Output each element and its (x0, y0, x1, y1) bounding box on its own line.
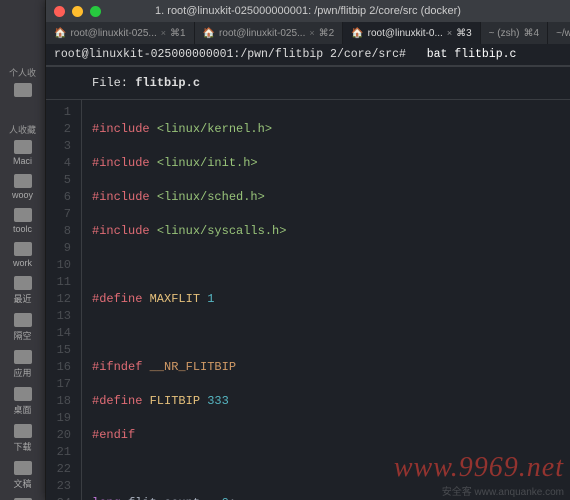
tab-1[interactable]: 🏠root@linuxkit-025...×⌘1 (46, 22, 195, 44)
tab-4[interactable]: ~ (zsh)⌘4 (481, 22, 548, 44)
tab-5[interactable]: ~/wo (548, 22, 570, 44)
terminal-window: 1. root@linuxkit-025000000001: /pwn/flit… (46, 0, 570, 500)
minimize-icon[interactable] (72, 6, 83, 17)
sidebar-section: 个人收 (0, 66, 45, 79)
downloads-icon (14, 424, 32, 438)
prompt-path: root@linuxkit-025000000001:/pwn/flitbip … (54, 48, 406, 61)
apps-icon (14, 350, 32, 364)
drive-icon (14, 140, 32, 154)
sidebar-section: 人收藏 (0, 123, 45, 136)
line-gutter: 12345 678910 1112131415 1617181920 21222… (46, 100, 82, 500)
tab-2[interactable]: 🏠root@linuxkit-025...×⌘2 (195, 22, 344, 44)
documents-icon (14, 461, 32, 475)
folder-icon (14, 208, 32, 222)
prompt-command: bat flitbip.c (427, 48, 517, 61)
recents-icon (14, 276, 32, 290)
close-icon[interactable] (54, 6, 65, 17)
home-icon (14, 83, 32, 97)
folder-icon (14, 242, 32, 256)
bat-file-header: File: flitbip.c (46, 66, 570, 100)
desktop-icon (14, 387, 32, 401)
finder-sidebar: 个人收 人收藏 Maci wooy toolc work 最近 隔空 应用 桌面… (0, 0, 46, 500)
folder-icon (14, 174, 32, 188)
close-tab-icon[interactable]: × (161, 28, 166, 38)
code-content[interactable]: #include <linux/kernel.h> #include <linu… (82, 100, 570, 500)
file-name: flitbip.c (135, 76, 200, 90)
airdrop-icon (14, 313, 32, 327)
titlebar[interactable]: 1. root@linuxkit-025000000001: /pwn/flit… (46, 0, 570, 22)
code-viewer: 12345 678910 1112131415 1617181920 21222… (46, 100, 570, 500)
window-title: 1. root@linuxkit-025000000001: /pwn/flit… (46, 5, 570, 17)
maximize-icon[interactable] (90, 6, 101, 17)
tab-3[interactable]: 🏠root@linuxkit-0...×⌘3 (343, 22, 480, 44)
tab-bar: 🏠root@linuxkit-025...×⌘1 🏠root@linuxkit-… (46, 22, 570, 44)
close-tab-icon[interactable]: × (309, 28, 314, 38)
close-tab-icon[interactable]: × (447, 28, 452, 38)
shell-prompt[interactable]: root@linuxkit-025000000001:/pwn/flitbip … (46, 44, 570, 66)
